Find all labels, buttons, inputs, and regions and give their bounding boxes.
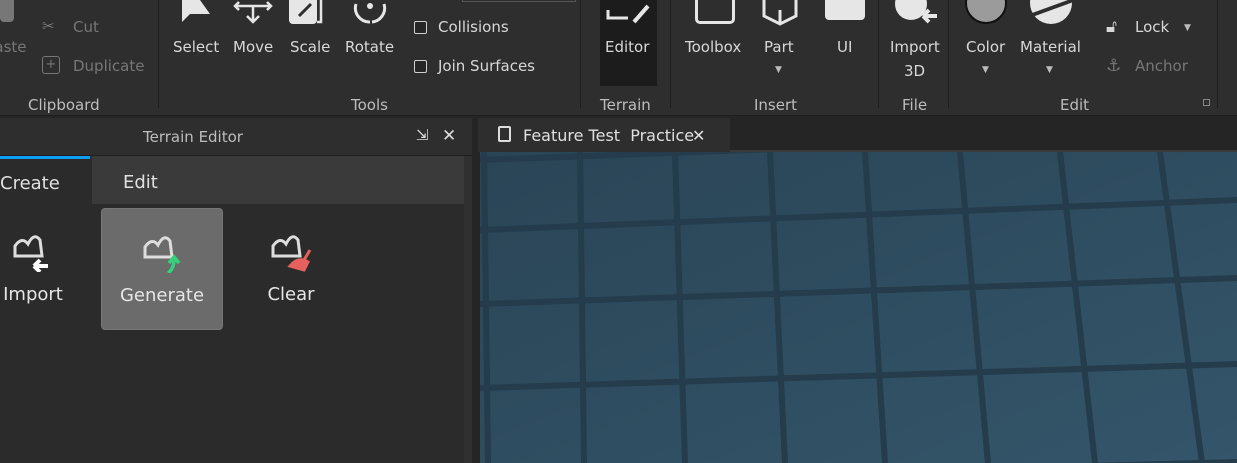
close-panel-icon[interactable]: ✕ bbox=[442, 126, 456, 146]
paste-icon bbox=[0, 0, 14, 22]
terrain-editor-label: Editor bbox=[605, 38, 650, 56]
tab-create-label: Create bbox=[0, 173, 60, 194]
part-button[interactable]: Part bbox=[764, 38, 794, 56]
toolbox-icon bbox=[695, 0, 735, 24]
insert-group-label: Insert bbox=[754, 96, 798, 114]
cut-icon: ✂ bbox=[42, 17, 55, 35]
tab-edit-label: Edit bbox=[123, 172, 158, 193]
collisions-checkbox[interactable] bbox=[414, 21, 427, 34]
ribbon-toolbar: Paste ✂ Cut + Duplicate Clipboard Select… bbox=[0, 0, 1237, 116]
panel-title-bar: Terrain Editor ⇲ ✕ bbox=[0, 118, 472, 156]
panel-scrollbar[interactable] bbox=[464, 156, 472, 463]
move-button[interactable]: Move bbox=[233, 38, 273, 56]
lock-button[interactable]: Lock bbox=[1135, 18, 1169, 36]
baseplate-grid bbox=[480, 152, 1237, 463]
terrain-generate-icon bbox=[143, 236, 181, 273]
terrain-import-icon bbox=[13, 235, 48, 272]
select-cursor-icon bbox=[182, 0, 210, 22]
place-file-icon bbox=[498, 126, 511, 142]
terrain-editor-icon bbox=[606, 4, 650, 24]
collisions-label: Collisions bbox=[438, 18, 509, 36]
scale-icon bbox=[289, 0, 323, 24]
3d-viewport[interactable] bbox=[480, 152, 1237, 463]
clear-tool-label: Clear bbox=[267, 284, 315, 305]
part-dropdown-icon[interactable]: ▼ bbox=[775, 65, 782, 75]
anchor-button[interactable]: Anchor bbox=[1135, 57, 1188, 75]
document-tab-title: Feature Test Practice bbox=[523, 126, 695, 145]
terrain-group-label: Terrain bbox=[600, 96, 651, 114]
panel-splitter[interactable] bbox=[472, 118, 480, 463]
ui-icon bbox=[825, 0, 865, 20]
tools-dropdown-field[interactable] bbox=[462, 0, 576, 2]
tab-edit[interactable]: Edit bbox=[92, 156, 472, 204]
anchor-icon: ⚓︎ bbox=[1106, 56, 1122, 76]
panel-title: Terrain Editor bbox=[143, 128, 243, 146]
color-dropdown-icon[interactable]: ▼ bbox=[982, 65, 989, 75]
join-surfaces-checkbox[interactable] bbox=[414, 60, 427, 73]
rotate-button[interactable]: Rotate bbox=[345, 38, 394, 56]
material-dropdown-icon[interactable]: ▼ bbox=[1046, 65, 1053, 75]
duplicate-button[interactable]: Duplicate bbox=[73, 57, 144, 75]
lock-dropdown-icon[interactable]: ▼ bbox=[1184, 23, 1191, 33]
import-3d-button[interactable]: Import bbox=[890, 38, 940, 56]
duplicate-icon: + bbox=[42, 56, 60, 74]
import-tool-label: Import bbox=[3, 284, 63, 305]
color-button[interactable]: Color bbox=[966, 38, 1005, 56]
scale-button[interactable]: Scale bbox=[290, 38, 330, 56]
file-group-label: File bbox=[902, 96, 928, 114]
color-swatch-icon bbox=[965, 0, 1007, 24]
terrain-editor-button[interactable]: Editor bbox=[600, 0, 657, 86]
terrain-clear-icon bbox=[271, 235, 312, 272]
edit-group-label: Edit bbox=[1060, 96, 1090, 114]
move-arrows-icon bbox=[233, 1, 273, 24]
edit-settings-expand-icon[interactable] bbox=[1203, 99, 1210, 106]
import-3d-label-line2: 3D bbox=[904, 62, 926, 80]
close-tab-icon[interactable]: ✕ bbox=[692, 126, 705, 145]
lock-icon: 🔓︎ bbox=[1106, 17, 1118, 37]
ui-button[interactable]: UI bbox=[837, 38, 852, 56]
document-tab[interactable]: Feature Test Practice ✕ bbox=[478, 118, 730, 152]
clear-tool-button[interactable]: Clear bbox=[230, 208, 352, 330]
tab-create[interactable]: Create bbox=[0, 156, 90, 204]
import-tool-button[interactable]: Import bbox=[0, 208, 94, 330]
import-3d-globe-icon bbox=[895, 0, 937, 24]
material-ball-icon bbox=[1030, 0, 1072, 24]
material-button[interactable]: Material bbox=[1020, 38, 1081, 56]
join-surfaces-label: Join Surfaces bbox=[438, 57, 536, 75]
rotate-icon bbox=[353, 3, 387, 24]
select-button[interactable]: Select bbox=[173, 38, 219, 56]
generate-tool-button[interactable]: Generate bbox=[101, 208, 223, 330]
clipboard-group-label: Clipboard bbox=[28, 96, 100, 114]
tools-group-label: Tools bbox=[351, 96, 388, 114]
dock-icon[interactable]: ⇲ bbox=[416, 126, 429, 144]
generate-tool-label: Generate bbox=[119, 285, 205, 306]
toolbox-button[interactable]: Toolbox bbox=[685, 38, 741, 56]
cut-button[interactable]: Cut bbox=[73, 18, 99, 36]
paste-button[interactable]: Paste bbox=[0, 38, 27, 56]
part-cube-icon bbox=[762, 0, 798, 26]
